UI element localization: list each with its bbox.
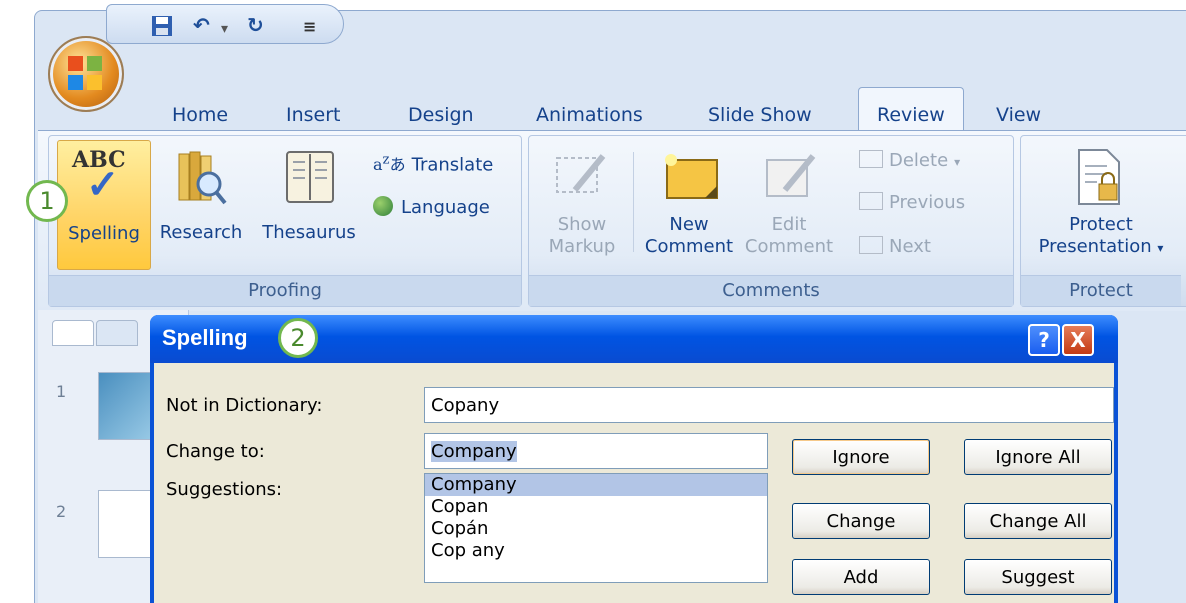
slide-number: 1 — [56, 382, 67, 401]
previous-comment-button[interactable]: Previous — [859, 192, 965, 214]
slide-number: 2 — [56, 502, 67, 521]
ignore-all-button[interactable]: Ignore All — [964, 439, 1112, 475]
research-icon — [178, 151, 227, 205]
ribbon: ABC ✓ Spelling Research Thesaurus azあ Tr… — [38, 130, 1186, 311]
spelling-button[interactable]: ABC ✓ Spelling — [57, 140, 151, 270]
tab-animations[interactable]: Animations — [536, 95, 643, 135]
quick-access-toolbar: ↶ ▾ ↻ ≡ — [106, 4, 344, 44]
protect-presentation-button[interactable]: Protect Presentation ▾ — [1021, 140, 1181, 268]
office-button[interactable] — [48, 36, 124, 112]
edit-comment-icon — [766, 154, 816, 197]
protect-presentation-line2: Presentation ▾ — [1038, 236, 1164, 257]
research-label: Research — [159, 222, 243, 243]
delete-comment-button[interactable]: Delete ▾ — [859, 150, 960, 173]
change-to-label: Change to: — [166, 441, 265, 462]
ignore-button[interactable]: Ignore — [792, 439, 930, 475]
new-comment-icon — [665, 154, 718, 199]
suggestions-label: Suggestions: — [166, 479, 283, 500]
language-label: Language — [401, 197, 490, 218]
previous-label: Previous — [889, 192, 966, 213]
thesaurus-label: Thesaurus — [262, 222, 356, 243]
delete-icon — [859, 150, 883, 168]
callout-1: 1 — [26, 180, 68, 222]
tab-slides[interactable] — [52, 320, 94, 346]
edit-comment-line1: Edit — [771, 214, 807, 235]
comments-group-label: Comments — [529, 275, 1013, 306]
tab-insert[interactable]: Insert — [286, 95, 341, 135]
tab-view[interactable]: View — [996, 95, 1041, 135]
callout-2: 2 — [278, 318, 318, 358]
protect-document-icon — [1078, 149, 1120, 205]
suggest-button[interactable]: Suggest — [964, 559, 1112, 595]
tab-review[interactable]: Review — [858, 87, 964, 136]
comments-group: Show Markup New Comment Edit Comment Del… — [528, 135, 1014, 307]
tab-design[interactable]: Design — [408, 95, 474, 135]
add-button[interactable]: Add — [792, 559, 930, 595]
not-in-dictionary-field[interactable]: Copany — [424, 387, 1114, 423]
not-in-dictionary-label: Not in Dictionary: — [166, 395, 323, 416]
help-button[interactable]: ? — [1028, 324, 1060, 356]
undo-icon[interactable]: ↶ — [193, 15, 210, 35]
protect-group: Protect Presentation ▾ Protect — [1020, 135, 1186, 307]
spelling-icon: ABC ✓ — [72, 147, 126, 208]
change-all-button[interactable]: Change All — [964, 503, 1112, 539]
show-markup-line1: Show — [557, 214, 607, 235]
list-item[interactable]: Copán — [425, 518, 767, 540]
thesaurus-icon — [286, 151, 334, 203]
customize-qat-icon[interactable]: ≡ — [303, 17, 316, 37]
suggestions-list[interactable]: Company Copan Copán Cop any — [424, 473, 768, 583]
list-item[interactable]: Cop any — [425, 540, 767, 562]
tab-outline[interactable] — [96, 320, 138, 346]
next-icon — [859, 236, 883, 254]
new-comment-button[interactable]: New Comment — [639, 140, 739, 268]
redo-icon[interactable]: ↻ — [247, 15, 264, 35]
new-comment-line1: New — [669, 214, 709, 235]
proofing-group: ABC ✓ Spelling Research Thesaurus azあ Tr… — [48, 135, 522, 307]
new-comment-line2: Comment — [644, 236, 734, 257]
previous-icon — [859, 192, 883, 210]
tab-home[interactable]: Home — [172, 95, 228, 135]
delete-label: Delete — [889, 150, 949, 171]
proofing-group-label: Proofing — [49, 275, 521, 306]
protect-presentation-line1: Protect — [1069, 214, 1133, 235]
dialog-title: Spelling — [162, 325, 248, 350]
translate-icon: azあ — [373, 153, 406, 175]
thesaurus-button[interactable]: Thesaurus — [253, 140, 365, 268]
list-item[interactable]: Company — [425, 474, 767, 496]
next-label: Next — [889, 236, 931, 257]
language-button[interactable]: Language — [373, 196, 490, 219]
tab-slide-show[interactable]: Slide Show — [708, 95, 812, 135]
close-button[interactable]: X — [1062, 324, 1094, 356]
edit-comment-button[interactable]: Edit Comment — [741, 140, 837, 268]
translate-label: Translate — [411, 154, 494, 176]
office-logo-icon — [68, 56, 102, 90]
chevron-down-icon: ▾ — [954, 155, 961, 169]
separator — [633, 152, 634, 252]
chevron-down-icon: ▾ — [1157, 241, 1164, 255]
translate-button[interactable]: azあ Translate — [373, 150, 493, 176]
next-comment-button[interactable]: Next — [859, 236, 931, 258]
dialog-title-bar: Spelling 2 ? X — [150, 315, 1118, 363]
research-button[interactable]: Research — [153, 140, 249, 268]
protect-group-label: Protect — [1021, 275, 1181, 306]
spelling-label: Spelling — [68, 223, 140, 244]
globe-icon — [373, 196, 393, 216]
spelling-dialog: Spelling 2 ? X Not in Dictionary: Copany… — [150, 315, 1118, 603]
edit-comment-line2: Comment — [744, 236, 834, 257]
show-markup-button[interactable]: Show Markup — [537, 140, 627, 268]
change-button[interactable]: Change — [792, 503, 930, 539]
show-markup-line2: Markup — [548, 236, 616, 257]
change-to-field[interactable]: Company — [424, 433, 768, 469]
chevron-down-icon[interactable]: ▾ — [221, 19, 228, 39]
powerpoint-window: ↶ ▾ ↻ ≡ Home Insert Design Animations Sl… — [12, 0, 1186, 603]
save-icon[interactable] — [151, 15, 173, 40]
show-markup-icon — [556, 154, 606, 193]
list-item[interactable]: Copan — [425, 496, 767, 518]
